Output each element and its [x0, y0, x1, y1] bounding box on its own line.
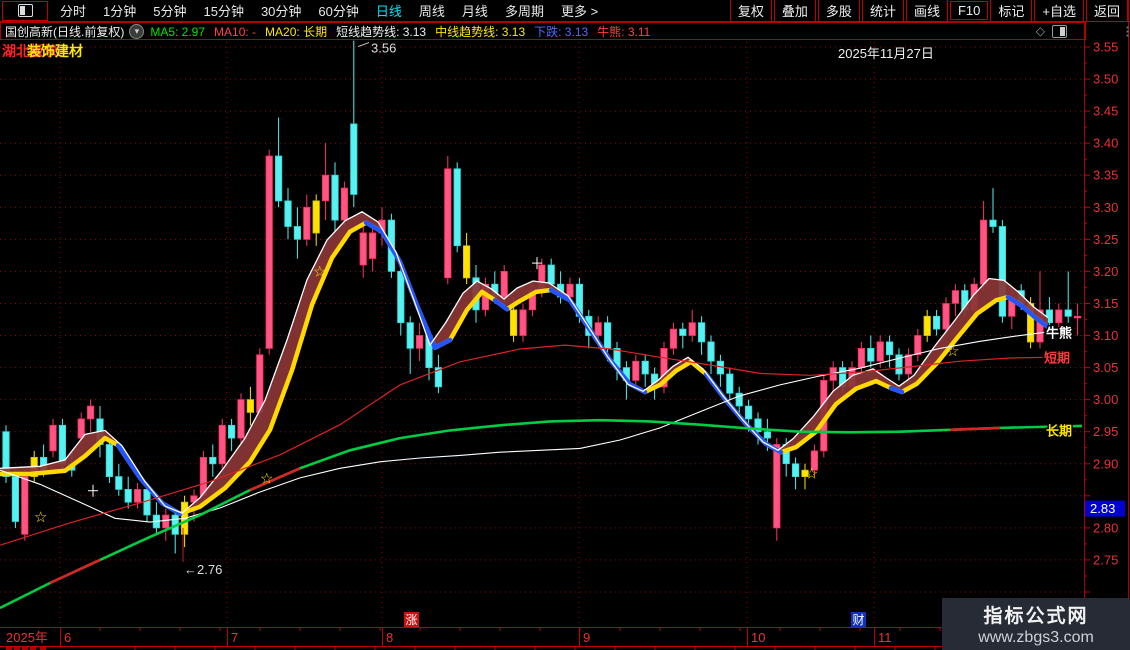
svg-text:2.83: 2.83	[1090, 501, 1115, 516]
indicator-value: 短线趋势线: 3.13	[336, 24, 427, 39]
svg-text:3.50: 3.50	[1093, 72, 1118, 87]
star-marker: ☆	[34, 509, 47, 526]
indicator-value: 牛熊: 3.11	[597, 24, 651, 39]
downtrend-line	[703, 371, 784, 455]
axis-separator-line	[1084, 22, 1085, 646]
indicator-values: MA5: 2.97 MA10: - MA20: 长期 短线趋势线: 3.13 中线趋势线…	[150, 23, 659, 39]
menu-item-15分钟[interactable]: 15分钟	[203, 1, 243, 20]
svg-text:7: 7	[231, 630, 238, 645]
svg-text:2.95: 2.95	[1093, 424, 1118, 439]
menu-button-+自选[interactable]: +自选	[1034, 0, 1084, 22]
short-trend-line	[0, 211, 1049, 514]
menu-item-多周期[interactable]: 多周期	[505, 1, 544, 20]
menu-button-画线[interactable]: 画线	[905, 0, 948, 22]
page-panel-icon[interactable]	[1052, 24, 1067, 38]
stock-title[interactable]: 国创高新(日线.前复权)	[5, 23, 124, 39]
svg-text:←2.76: ←2.76	[184, 562, 222, 577]
mid-trend-line	[0, 220, 1051, 517]
svg-text:11: 11	[878, 630, 892, 645]
info-bar: 国创高新(日线.前复权) ▾ MA5: 2.97 MA10: - MA20: 长期短…	[0, 22, 1086, 40]
indicator-value: MA20: 长期	[265, 24, 328, 39]
svg-text:涨: 涨	[406, 612, 418, 627]
svg-text:3.35: 3.35	[1093, 168, 1118, 183]
sector-label-yellow: 装饰建材	[26, 43, 83, 59]
svg-text:3.15: 3.15	[1093, 296, 1118, 311]
menu-button-复权[interactable]: 复权	[729, 0, 772, 22]
candles	[2, 40, 1082, 554]
tool-menu: 复权 叠加 多股 统计 画线 F10 标记 +自选 返回	[729, 0, 1128, 22]
svg-text:牛熊: 牛熊	[1046, 325, 1072, 340]
svg-text:3.45: 3.45	[1093, 104, 1118, 119]
indicator-value: 中线趋势线: 3.13	[435, 24, 526, 39]
long-term-line	[0, 418, 1083, 610]
menu-item-周线[interactable]: 周线	[419, 1, 445, 20]
menu-button-多股[interactable]: 多股	[817, 0, 860, 22]
menu-button-F10[interactable]: F10	[949, 1, 989, 20]
svg-text:9: 9	[583, 630, 590, 645]
menu-button-标记[interactable]: 标记	[990, 0, 1033, 22]
svg-text:3.05: 3.05	[1093, 360, 1118, 375]
scrollbar-dots[interactable]: ▪ ▪ ▪	[1126, 24, 1129, 40]
indicator-value: MA5: 2.97	[150, 24, 206, 39]
menu-button-统计[interactable]: 统计	[861, 0, 904, 22]
menu-item-日线[interactable]: 日线	[376, 1, 402, 20]
star-marker: ☆	[946, 343, 959, 360]
indicator-value: MA10: -	[214, 24, 257, 39]
menu-item-60分钟[interactable]: 60分钟	[318, 1, 358, 20]
watermark-url: www.zbgs3.com	[978, 629, 1094, 646]
svg-text:长期: 长期	[1046, 423, 1072, 438]
svg-text:财: 财	[853, 613, 865, 627]
chevron-down-icon[interactable]: ▾	[129, 23, 145, 39]
app-logo-button[interactable]	[2, 0, 48, 21]
menu-item-分时[interactable]: 分时	[60, 1, 86, 20]
svg-text:2025年: 2025年	[6, 630, 48, 645]
watermark-title: 指标公式网	[983, 606, 1089, 627]
menu-item-月线[interactable]: 月线	[462, 1, 488, 20]
date-annotation: 2025年11月27日	[838, 46, 934, 61]
svg-text:8: 8	[386, 630, 393, 645]
svg-text:6: 6	[64, 630, 71, 645]
svg-text:2.75: 2.75	[1093, 552, 1118, 567]
watermark: 指标公式网 www.zbgs3.com	[942, 598, 1130, 650]
star-marker: ☆	[805, 465, 818, 482]
window-right-border	[1128, 0, 1129, 650]
diamond-icon[interactable]: ◇	[1036, 24, 1045, 38]
indicator-value: 下跌: 3.13	[534, 24, 589, 39]
menu-button-返回[interactable]: 返回	[1085, 0, 1128, 22]
svg-text:3.20: 3.20	[1093, 264, 1118, 279]
svg-text:3.40: 3.40	[1093, 136, 1118, 151]
svg-text:3.10: 3.10	[1093, 328, 1118, 343]
menu-item-5分钟[interactable]: 5分钟	[153, 1, 186, 20]
svg-text:3.56: 3.56	[371, 41, 396, 56]
svg-text:短期: 短期	[1044, 350, 1070, 365]
window-icon	[17, 4, 33, 17]
period-menu: 分时 1分钟 5分钟 15分钟 30分钟 60分钟 日线 周线 月线 多周期 更多 >	[60, 1, 730, 20]
menu-item-更多 >[interactable]: 更多 >	[561, 1, 598, 20]
svg-text:2.80: 2.80	[1093, 520, 1118, 535]
svg-text:3.30: 3.30	[1093, 200, 1118, 215]
trend-band	[0, 211, 1048, 514]
star-marker: ☆	[313, 263, 326, 280]
menu-button-叠加[interactable]: 叠加	[773, 0, 816, 22]
star-marker: ☆	[260, 471, 273, 488]
menu-item-30分钟[interactable]: 30分钟	[261, 1, 301, 20]
top-menu-bar: 分时 1分钟 5分钟 15分钟 30分钟 60分钟 日线 周线 月线 多周期 更多 > 复权 叠加 多股…	[0, 0, 1130, 22]
stock-app-window: 6 7 8 9 10 11 2025年 ☆ ☆ ☆ ☆ ☆ 3.56 ←2.76 2025年11月27日 湖北…	[0, 0, 1130, 650]
svg-text:3.00: 3.00	[1093, 392, 1118, 407]
svg-text:2.90: 2.90	[1093, 456, 1118, 471]
svg-text:3.55: 3.55	[1093, 40, 1118, 55]
svg-text:3.25: 3.25	[1093, 232, 1118, 247]
svg-text:10: 10	[751, 630, 765, 645]
candlestick-chart[interactable]: 6 7 8 9 10 112025年☆☆☆☆☆3.56←2.762025年11月27日湖北…	[0, 0, 1130, 650]
menu-item-1分钟[interactable]: 1分钟	[103, 1, 136, 20]
